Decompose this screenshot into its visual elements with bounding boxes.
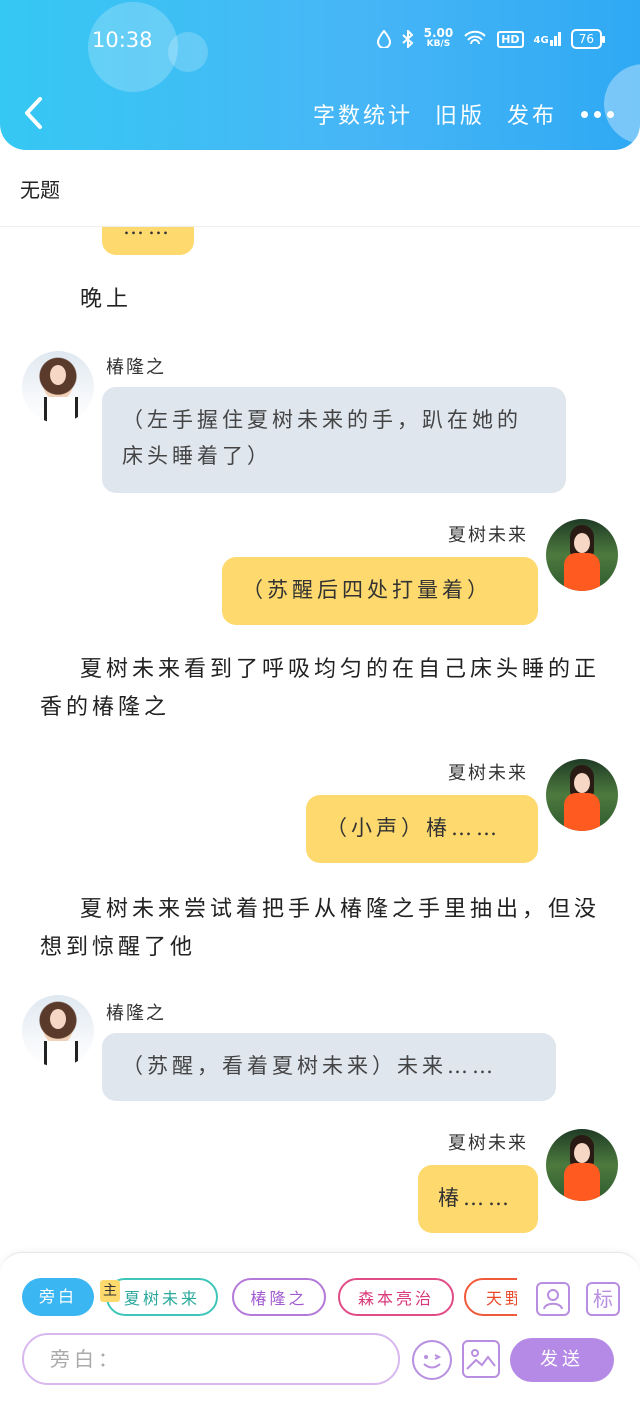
role-chip-amano[interactable]: 天野 [464,1278,517,1316]
speaker-name: 夏树未来 [448,1133,528,1154]
message-input[interactable]: 旁白： [22,1333,400,1385]
narration-text: 晚上 [80,287,133,312]
role-chip-narrator[interactable]: 旁白 [22,1278,94,1316]
back-button[interactable] [20,96,50,130]
chevron-left-icon [25,97,42,129]
speaker-name: 夏树未来 [448,525,528,546]
wifi-icon [464,30,486,45]
avatar-xia[interactable] [546,759,618,831]
speaker-name: 椿隆之 [106,1003,166,1024]
old-version-button[interactable]: 旧版 [435,98,485,130]
image-icon[interactable] [462,1340,500,1378]
status-time: 10:38 [92,28,153,52]
send-button[interactable]: 发送 [510,1338,614,1382]
tag-icon[interactable]: 标 [586,1282,620,1316]
word-count-button[interactable]: 字数统计 [313,98,413,130]
speaker-name: 夏树未来 [448,763,528,784]
role-selector: 旁白 夏树未来 椿隆之 森本亮治 天野 [22,1278,517,1320]
signal-icon: 4G [534,32,561,46]
chat-bubble: 椿…… [418,1165,538,1233]
role-chip-xia[interactable]: 夏树未来 [106,1278,218,1316]
doc-title[interactable]: 无题 [20,174,60,203]
narration-text: 夏树未来看到了呼吸均匀的在自己床头睡的正香的椿隆之 [40,657,601,720]
role-manage-icon[interactable] [536,1282,570,1316]
role-chip-morimoto[interactable]: 森本亮治 [338,1278,454,1316]
publish-button[interactable]: 发布 [507,98,557,130]
chat-area[interactable]: …… 晚上 椿隆之 （左手握住夏树未来的手，趴在她的床头睡着了） 夏树未来 （苏… [0,227,640,1252]
more-icon[interactable] [581,110,614,118]
avatar-chun[interactable] [22,995,94,1067]
chat-bubble: （小声）椿…… [306,795,538,863]
avatar-xia[interactable] [546,1129,618,1201]
role-chip-chun[interactable]: 椿隆之 [232,1278,326,1316]
net-speed-unit: KB/S [426,39,451,49]
title-bar [0,150,640,227]
app-header: 10:38 5.00 KB/S HD 4G 76 字数统计 旧版 发布 [0,0,640,150]
main-role-badge: 主 [100,1280,120,1302]
chat-bubble-partial: …… [102,227,194,255]
chat-bubble: （左手握住夏树未来的手，趴在她的床头睡着了） [102,387,566,493]
emoji-icon[interactable] [412,1340,452,1380]
status-icons: 5.00 KB/S HD 4G 76 [376,26,606,50]
decor-bubble [168,32,208,72]
data-saver-icon [376,30,391,48]
net-speed: 5.00 KB/S [423,26,454,50]
header-actions: 字数统计 旧版 发布 [313,98,614,130]
signal-label: 4G [533,35,549,46]
person-icon [543,1289,563,1310]
chat-bubble: （苏醒，看着夏树未来）未来…… [102,1033,556,1101]
hd-badge: HD [497,30,524,48]
net-speed-value: 5.00 [423,26,454,40]
avatar-chun[interactable] [22,351,94,423]
bluetooth-icon [401,30,414,48]
narration-text: 夏树未来尝试着把手从椿隆之手里抽出，但没想到惊醒了他 [40,897,601,960]
battery-indicator: 76 [570,29,606,49]
speaker-name: 椿隆之 [106,357,166,378]
avatar-xia[interactable] [546,519,618,591]
chat-bubble: （苏醒后四处打量着） [222,557,538,625]
